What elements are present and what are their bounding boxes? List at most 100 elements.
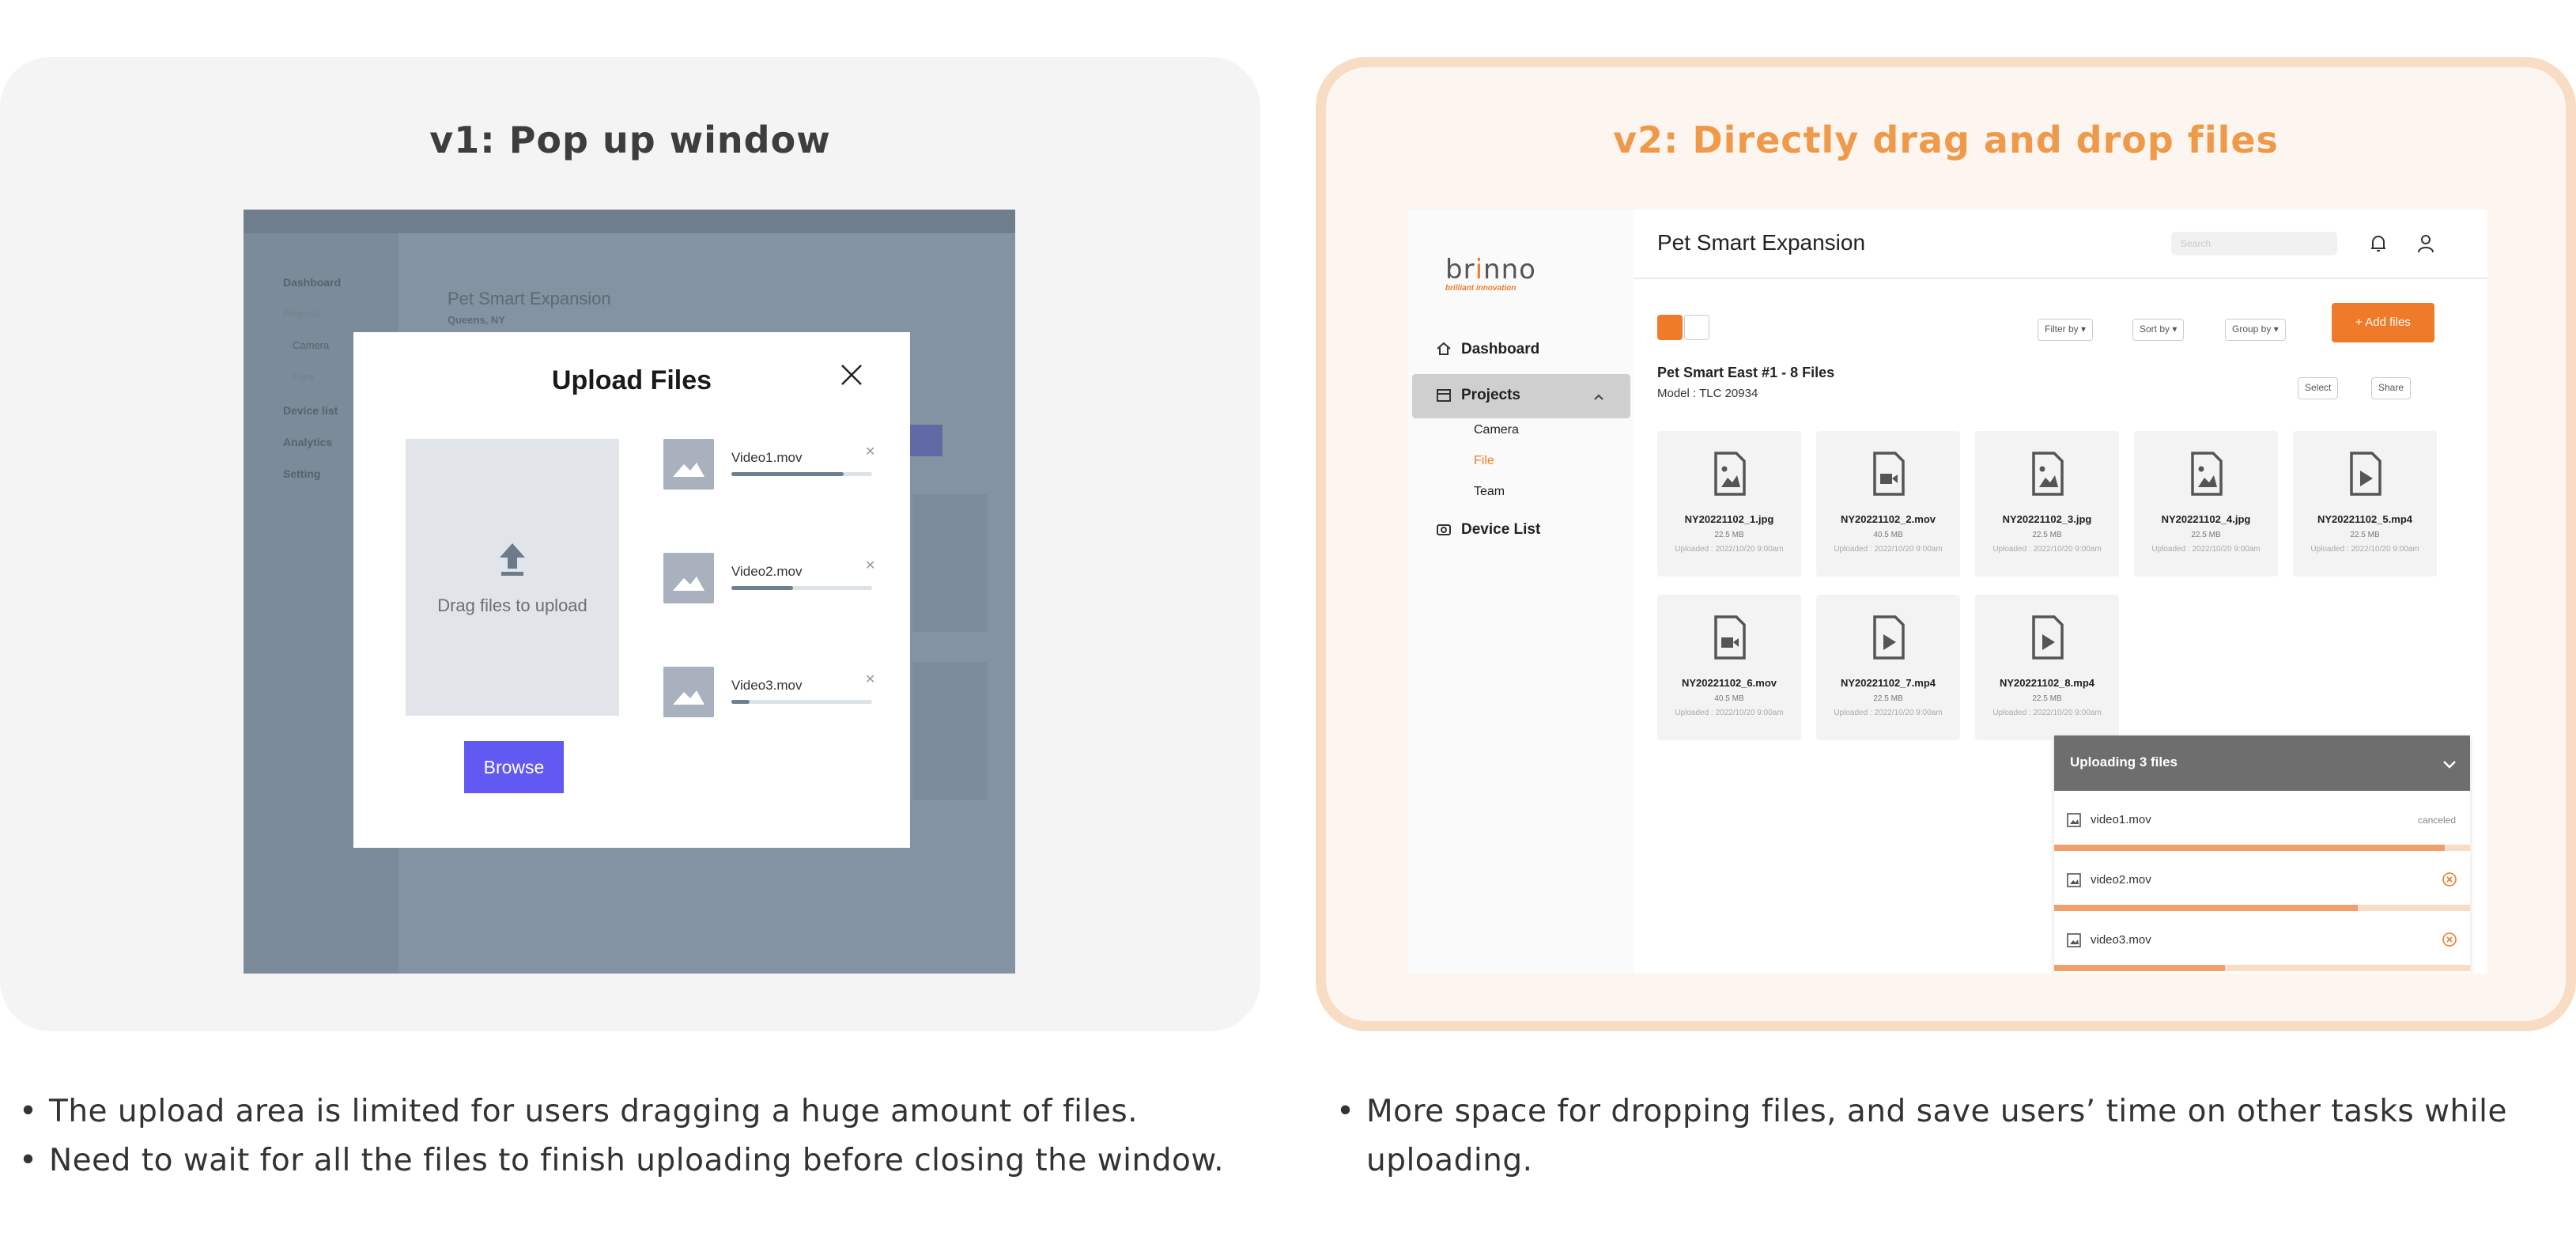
browse-button[interactable]: Browse: [464, 741, 564, 793]
v1-bullet: • The upload area is limited for users dr…: [19, 1094, 1139, 1129]
list-view-toggle[interactable]: [1684, 315, 1709, 340]
dropzone[interactable]: Drag files to upload: [406, 439, 619, 716]
bell-icon[interactable]: [2369, 233, 2388, 254]
file-name: NY20221102_6.mov: [1682, 677, 1777, 689]
upload-row-name: video1.mov: [2091, 813, 2151, 826]
remove-file-icon[interactable]: ✕: [865, 558, 875, 573]
v1-topbar: [244, 210, 1015, 233]
logo-tagline: brilliant innovation: [1445, 284, 1517, 293]
file-size: 22.5 MB: [2032, 694, 2062, 703]
play-file-icon: [2032, 615, 2064, 660]
file-card[interactable]: NY20221102_3.jpg 22.5 MB Uploaded : 2022/1…: [1975, 431, 2119, 577]
image-icon: [663, 667, 714, 717]
file-name: NY20221102_3.jpg: [2002, 513, 2092, 525]
upload-progress-bar: [731, 586, 872, 590]
file-size: 40.5 MB: [1714, 694, 1744, 703]
sidebar-item-projects[interactable]: Projects: [1461, 387, 1520, 404]
upload-file-item: Video2.mov ✕: [663, 553, 893, 605]
upload-progress-bar: [731, 700, 872, 704]
file-size: 22.5 MB: [2191, 531, 2221, 539]
file-uploaded: Uploaded : 2022/10/20 9:00am: [1992, 545, 2102, 554]
page-title: Pet Smart Expansion: [1657, 230, 1866, 255]
sidebar-item-device-list[interactable]: Device List: [1461, 521, 1540, 539]
upload-file-name: Video2.mov: [731, 564, 803, 579]
sidebar-item-file[interactable]: File: [1474, 454, 1494, 468]
file-name: NY20221102_5.mp4: [2317, 513, 2412, 525]
file-card[interactable]: NY20221102_1.jpg 22.5 MB Uploaded : 2022/1…: [1657, 431, 1801, 577]
image-icon: [663, 553, 714, 603]
file-size: 22.5 MB: [2350, 531, 2380, 539]
upload-row: video2.mov: [2054, 851, 2470, 911]
cancel-upload-icon[interactable]: [2442, 872, 2457, 887]
upload-row-progress: [2054, 965, 2470, 971]
file-size: 22.5 MB: [1873, 694, 1903, 703]
close-icon[interactable]: [837, 361, 866, 389]
group-model: Model : TLC 20934: [1657, 387, 1758, 400]
file-card[interactable]: NY20221102_7.mp4 22.5 MB Uploaded : 2022/1…: [1816, 595, 1960, 740]
file-uploaded: Uploaded : 2022/10/20 9:00am: [2151, 545, 2261, 554]
video-file-icon: [1873, 452, 1905, 496]
file-uploaded: Uploaded : 2022/10/20 9:00am: [1834, 709, 1943, 717]
v2-header: Pet Smart Expansion Search: [1634, 210, 2487, 279]
file-card[interactable]: NY20221102_5.mp4 22.5 MB Uploaded : 2022/1…: [2293, 431, 2437, 577]
file-card[interactable]: NY20221102_6.mov 40.5 MB Uploaded : 2022/1…: [1657, 595, 1801, 740]
image-file-icon: [1714, 452, 1746, 496]
v1-nav-setting[interactable]: Setting: [283, 467, 320, 480]
file-name: NY20221102_7.mp4: [1841, 677, 1936, 689]
file-uploaded: Uploaded : 2022/10/20 9:00am: [1675, 709, 1784, 717]
v1-nav-projects[interactable]: Projects: [283, 308, 320, 320]
grid-view-toggle[interactable]: [1657, 315, 1683, 340]
group-by-dropdown[interactable]: Group by ▾: [2225, 319, 2286, 341]
upload-row: video3.mov: [2054, 911, 2470, 971]
upload-panel-header[interactable]: Uploading 3 files: [2054, 735, 2470, 791]
search-input[interactable]: Search: [2171, 232, 2337, 255]
upload-file-name: Video3.mov: [731, 678, 803, 693]
v1-nav-dashboard[interactable]: Dashboard: [283, 276, 341, 289]
v1-nav-analytics[interactable]: Analytics: [283, 436, 332, 448]
v1-file-card[interactable]: [912, 662, 987, 800]
sidebar-item-team[interactable]: Team: [1474, 485, 1505, 499]
upload-row: video1.mov canceled: [2054, 791, 2470, 851]
add-files-button[interactable]: + Add files: [2332, 303, 2434, 342]
file-uploaded: Uploaded : 2022/10/20 9:00am: [1992, 709, 2102, 717]
share-button[interactable]: Share: [2371, 377, 2412, 399]
chevron-up-icon[interactable]: [1591, 389, 1607, 405]
v1-project-location: Queens, NY: [448, 314, 505, 326]
file-uploaded: Uploaded : 2022/10/20 9:00am: [1834, 545, 1943, 554]
video-file-icon: [1714, 615, 1746, 660]
upload-progress-bar: [731, 472, 872, 476]
sidebar-item-dashboard[interactable]: Dashboard: [1461, 341, 1539, 358]
file-name: NY20221102_1.jpg: [1684, 513, 1774, 525]
v2-title: v2: Directly drag and drop files: [1613, 119, 2279, 161]
select-button[interactable]: Select: [2298, 377, 2339, 399]
cancel-upload-icon[interactable]: [2442, 932, 2457, 947]
file-uploaded: Uploaded : 2022/10/20 9:00am: [2310, 545, 2419, 554]
v1-nav-files[interactable]: Files: [293, 371, 314, 383]
v1-nav-device-list[interactable]: Device list: [283, 404, 338, 417]
image-icon: [2067, 813, 2081, 827]
group-title: Pet Smart East #1 - 8 Files: [1657, 365, 1835, 380]
chevron-down-icon[interactable]: [2440, 754, 2459, 773]
sidebar-item-camera[interactable]: Camera: [1474, 423, 1519, 437]
file-uploaded: Uploaded : 2022/10/20 9:00am: [1675, 545, 1784, 554]
file-card[interactable]: NY20221102_2.mov 40.5 MB Uploaded : 2022/1…: [1816, 431, 1960, 577]
file-name: NY20221102_4.jpg: [2161, 513, 2251, 525]
file-card[interactable]: NY20221102_4.jpg 22.5 MB Uploaded : 2022/1…: [2134, 431, 2278, 577]
remove-file-icon[interactable]: ✕: [865, 671, 875, 687]
upload-file-item: Video1.mov ✕: [663, 439, 893, 491]
image-icon: [663, 439, 714, 490]
user-icon[interactable]: [2416, 233, 2435, 254]
file-name: NY20221102_2.mov: [1841, 513, 1936, 525]
remove-file-icon[interactable]: ✕: [865, 444, 875, 459]
filter-by-dropdown[interactable]: Filter by ▾: [2038, 319, 2094, 341]
brinno-logo: brinno: [1445, 254, 1536, 285]
upload-row-progress: [2054, 845, 2470, 851]
upload-row-status: canceled: [2417, 815, 2456, 826]
v1-file-card[interactable]: [912, 494, 987, 632]
sort-by-dropdown[interactable]: Sort by ▾: [2132, 319, 2185, 341]
home-icon: [1437, 342, 1451, 355]
upload-progress-panel: Uploading 3 files video1.mov canceled vi…: [2054, 735, 2470, 974]
camera-icon: [1437, 524, 1451, 535]
file-card[interactable]: NY20221102_8.mp4 22.5 MB Uploaded : 2022/1…: [1975, 595, 2119, 740]
v1-nav-camera[interactable]: Camera: [293, 339, 329, 351]
